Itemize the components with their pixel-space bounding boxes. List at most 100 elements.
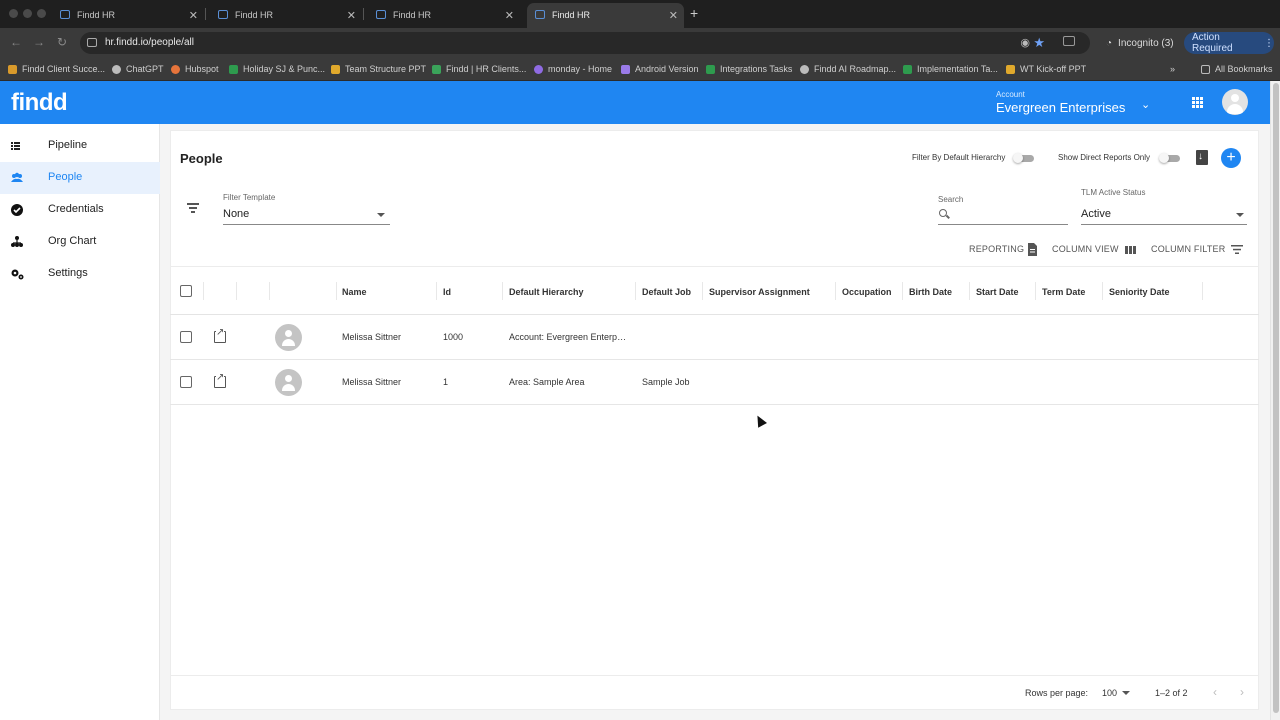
column-header-supervisor-assignment[interactable]: Supervisor Assignment [709,287,810,297]
globe-icon [800,64,809,74]
bookmark-item[interactable]: Integrations Tasks [706,64,792,74]
cell-id: 1000 [443,332,464,342]
table-row[interactable]: Melissa Sittner 1000 Account: Evergreen … [170,315,1259,360]
column-header-seniority-date[interactable]: Seniority Date [1109,287,1170,297]
address-bar[interactable]: hr.findd.io/people/all ◉ ★ [80,32,1090,54]
sidebar-item-settings[interactable]: Settings [0,258,160,290]
reload-icon[interactable]: ↻ [57,35,67,49]
sidebar-item-label: People [48,171,83,183]
cell-name[interactable]: Melissa Sittner [342,377,432,387]
tlm-status-value: Active [1081,208,1111,220]
apps-grid-icon[interactable] [1192,97,1203,108]
direct-reports-toggle[interactable] [1159,153,1181,163]
column-view-button[interactable]: COLUMN VIEW [1052,244,1119,254]
browser-tab[interactable]: Findd HR ✕ [368,3,520,28]
rows-per-page-label: Rows per page: [1025,688,1089,698]
filter-list-icon[interactable] [1231,245,1243,254]
cell-default-job: Sample Job [642,377,690,387]
browser-tab[interactable]: Findd HR ✕ [210,3,362,28]
bookmark-item[interactable]: monday - Home [534,64,612,74]
url-text[interactable]: hr.findd.io/people/all [105,37,194,48]
forward-arrow-icon[interactable]: → [33,35,45,49]
sidebar-item-people[interactable]: People [0,162,160,194]
column-header-birth-date[interactable]: Birth Date [909,287,952,297]
select-all-checkbox[interactable] [180,285,192,297]
column-header-start-date[interactable]: Start Date [976,287,1019,297]
view-columns-icon[interactable] [1125,246,1136,254]
bookmark-item[interactable]: Android Version [621,64,699,74]
minimize-window-dot[interactable] [23,9,32,18]
cast-icon[interactable] [1063,36,1075,46]
previous-page-icon[interactable]: ‹ [1213,685,1217,699]
maximize-window-dot[interactable] [37,9,46,18]
close-tab-icon[interactable]: ✕ [347,9,356,22]
back-arrow-icon[interactable]: ← [10,35,22,49]
close-window-dot[interactable] [9,9,18,18]
open-in-new-icon[interactable] [214,373,226,388]
bookmark-item[interactable]: Holiday SJ & Punc... [229,64,325,74]
filter-icon[interactable] [187,203,199,213]
bookmark-item[interactable]: Findd AI Roadmap... [800,64,896,74]
dropdown-caret-icon[interactable] [1122,691,1130,695]
document-icon[interactable] [1027,243,1038,256]
rows-per-page-select[interactable]: 100 [1102,688,1117,698]
bookmark-item[interactable]: Findd Client Succe... [8,64,105,74]
pagination-divider [170,675,1259,676]
bookmark-item[interactable]: WT Kick-off PPT [1006,64,1086,74]
column-header-occupation[interactable]: Occupation [842,287,892,297]
close-tab-icon[interactable]: ✕ [189,9,198,22]
tlm-status-select[interactable]: Active [1081,205,1247,225]
close-tab-icon[interactable]: ✕ [505,9,514,22]
search-input[interactable] [954,207,1064,223]
bookmark-item[interactable]: ChatGPT [112,64,164,74]
search-field[interactable] [938,205,1068,225]
column-header-term-date[interactable]: Term Date [1042,287,1085,297]
bookmark-item[interactable]: Team Structure PPT [331,64,426,74]
filter-template-select[interactable]: None [223,205,390,225]
all-bookmarks[interactable]: All Bookmarks [1201,64,1273,74]
hubspot-icon [171,64,180,74]
table-row[interactable]: Melissa Sittner 1 Area: Sample Area Samp… [170,360,1259,405]
add-person-button[interactable]: + [1221,148,1241,168]
browser-tab[interactable]: Findd HR ✕ [52,3,204,28]
cell-name[interactable]: Melissa Sittner [342,332,432,342]
site-info-icon[interactable] [87,38,97,47]
sidebar-item-org-chart[interactable]: Org Chart [0,226,160,258]
close-tab-icon[interactable]: ✕ [669,9,678,22]
findd-logo[interactable]: findd [11,89,68,117]
sidebar-item-pipeline[interactable]: Pipeline [0,130,160,162]
bookmark-item[interactable]: Findd | HR Clients... [432,64,526,74]
browser-tab-active[interactable]: Findd HR ✕ [527,3,684,28]
eye-slash-icon[interactable]: ◉ [1020,36,1030,49]
bookmark-item[interactable]: Implementation Ta... [903,64,998,74]
column-header-name[interactable]: Name [342,287,367,297]
browser-toolbar: ← → ↻ hr.findd.io/people/all ◉ ★ ◔ Incog… [0,28,1280,58]
column-header-default-job[interactable]: Default Job [642,287,691,297]
scrollbar-thumb[interactable] [1273,83,1279,713]
dropdown-caret-icon [377,213,385,217]
chevron-down-icon[interactable]: ⌄ [1141,98,1150,111]
column-filter-button[interactable]: COLUMN FILTER [1151,244,1225,254]
column-header-default-hierarchy[interactable]: Default Hierarchy [509,287,584,297]
download-icon[interactable] [1196,150,1208,165]
row-checkbox[interactable] [180,376,192,388]
open-in-new-icon[interactable] [214,328,226,343]
user-avatar[interactable] [1222,89,1248,115]
search-icon [939,209,947,217]
page-scrollbar[interactable] [1270,81,1280,720]
more-bookmarks-icon[interactable]: » [1170,64,1175,74]
incognito-indicator[interactable]: ◔ Incognito (3) [1098,32,1182,54]
reporting-button[interactable]: REPORTING [969,244,1024,254]
row-checkbox[interactable] [180,331,192,343]
bookmark-item[interactable]: Hubspot [171,64,219,74]
next-page-icon[interactable]: › [1240,685,1244,699]
bookmark-star-icon[interactable]: ★ [1033,35,1045,51]
filter-hierarchy-toggle[interactable] [1013,153,1035,163]
column-header-id[interactable]: Id [443,287,451,297]
action-required-button[interactable]: Action Required ⋮ [1184,32,1274,54]
account-selector[interactable]: Evergreen Enterprises [996,100,1125,115]
sidebar-item-label: Settings [48,267,88,279]
new-tab-icon[interactable]: + [690,5,698,21]
people-icon [11,172,23,182]
sidebar-item-credentials[interactable]: Credentials [0,194,160,226]
